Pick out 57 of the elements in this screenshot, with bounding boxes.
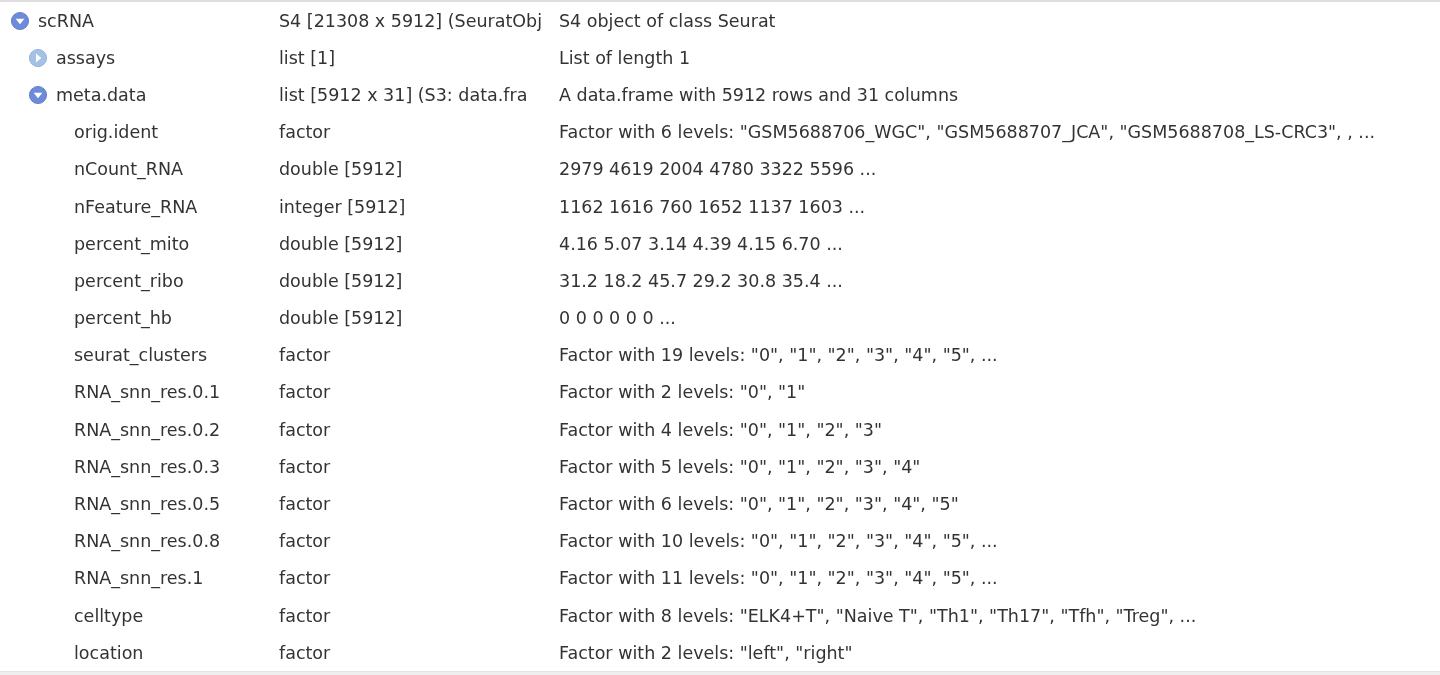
variable-value: 2979 4619 2004 4780 3322 5596 ... (559, 159, 877, 180)
disclosure-down-icon[interactable] (29, 85, 47, 104)
variable-value: Factor with 6 levels: "0", "1", "2", "3", "4", "5" (559, 494, 959, 515)
variable-name: seurat_clusters (74, 345, 208, 366)
variable-value: 0 0 0 0 0 0 ... (559, 308, 676, 329)
variable-type: S4 [21308 x 5912] (SeuratObj (279, 10, 543, 31)
variable-type: double [5912] (279, 270, 403, 291)
variable-value: Factor with 2 levels: "left", "right" (559, 642, 853, 663)
variable-name: scRNA (38, 10, 94, 31)
variable-name: celltype (74, 605, 144, 626)
variable-name: location (74, 642, 144, 663)
variable-type: factor (279, 345, 331, 366)
variable-type: factor (279, 456, 331, 477)
variable-value: A data.frame with 5912 rows and 31 columns (559, 84, 959, 105)
variable-type: factor (279, 122, 331, 143)
variable-value: List of length 1 (559, 47, 691, 68)
variable-name: RNA_snn_res.0.2 (74, 419, 221, 440)
variable-type: factor (279, 419, 331, 440)
variable-type: double [5912] (279, 159, 403, 180)
variable-value: Factor with 19 levels: "0", "1", "2", "3", "4", "5", ... (559, 345, 998, 366)
variable-name: RNA_snn_res.1 (74, 568, 204, 589)
variable-value: Factor with 6 levels: "GSM5688706_WGC", "GSM5688707_JCA", "GSM5688708_LS-CRC3", , ... (559, 122, 1376, 143)
variable-value: Factor with 11 levels: "0", "1", "2", "3", "4", "5", ... (559, 568, 998, 589)
variable-type: double [5912] (279, 233, 403, 254)
variable-type: factor (279, 605, 331, 626)
variable-name: nCount_RNA (74, 159, 184, 180)
variable-name: meta.data (56, 84, 147, 105)
variable-name: RNA_snn_res.0.3 (74, 456, 221, 477)
variable-type: factor (279, 568, 331, 589)
variable-name: RNA_snn_res.0.1 (74, 382, 221, 403)
disclosure-down-icon[interactable] (11, 11, 29, 30)
variable-name: nFeature_RNA (74, 196, 198, 217)
variable-value: Factor with 10 levels: "0", "1", "2", "3", "4", "5", ... (559, 531, 998, 552)
variable-type: list [1] (279, 47, 336, 68)
variable-value: S4 object of class Seurat (559, 10, 776, 31)
variable-name: percent_ribo (74, 270, 184, 291)
variable-value: 4.16 5.07 3.14 4.39 4.15 6.70 ... (559, 233, 843, 254)
variable-type: list [5912 x 31] (S3: data.fra (279, 84, 528, 105)
variable-name: RNA_snn_res.0.8 (74, 531, 221, 552)
variable-type: factor (279, 531, 331, 552)
variable-type: factor (279, 642, 331, 663)
variable-value: Factor with 8 levels: "ELK4+T", "Naive T", "Th1", "Th17", "Tfh", "Treg", ... (559, 605, 1197, 626)
variable-value: Factor with 4 levels: "0", "1", "2", "3" (559, 419, 882, 440)
disclosure-right-icon[interactable] (29, 48, 47, 67)
variable-type: integer [5912] (279, 196, 406, 217)
variable-value: 31.2 18.2 45.7 29.2 30.8 35.4 ... (559, 270, 843, 291)
variable-type: factor (279, 494, 331, 515)
variable-type: factor (279, 382, 331, 403)
variable-value: 1162 1616 760 1652 1137 1603 ... (559, 196, 866, 217)
variable-name: RNA_snn_res.0.5 (74, 494, 221, 515)
variable-name: assays (56, 47, 116, 68)
variable-type: double [5912] (279, 308, 403, 329)
variable-name: percent_hb (74, 308, 172, 329)
variable-name: orig.ident (74, 122, 159, 143)
variable-value: Factor with 5 levels: "0", "1", "2", "3", "4" (559, 456, 921, 477)
variable-name: percent_mito (74, 233, 190, 254)
variable-value: Factor with 2 levels: "0", "1" (559, 382, 806, 403)
